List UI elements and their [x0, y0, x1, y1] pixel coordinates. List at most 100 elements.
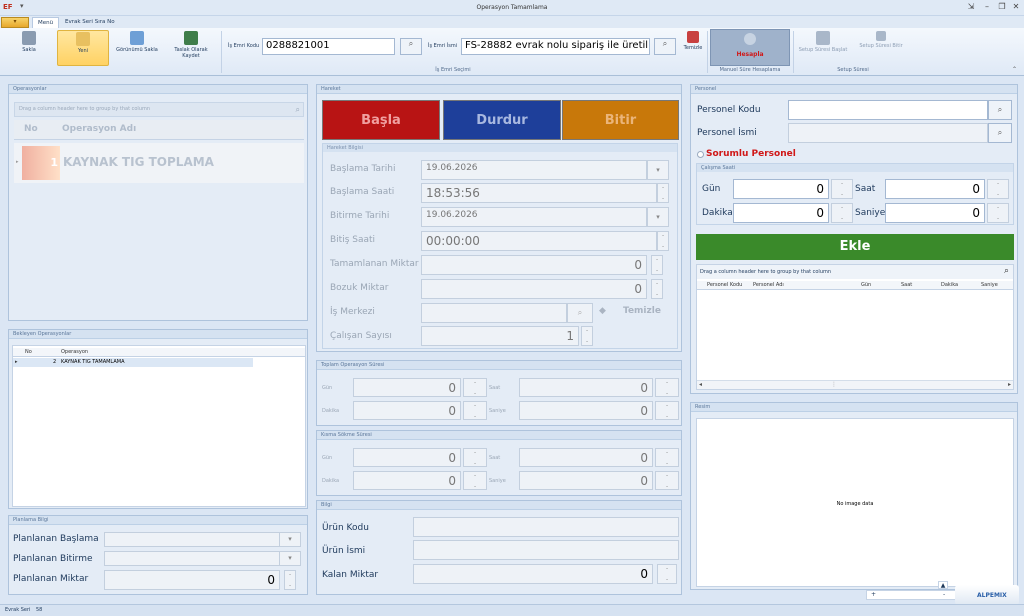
is-emri-ismi-search-icon[interactable]: ⌕ [654, 38, 676, 55]
maximize-icon[interactable]: ❐ [995, 2, 1009, 14]
baslama-tarihi-field[interactable]: 19.06.2026 [421, 160, 647, 180]
kisma-gun-field[interactable]: 0 [353, 448, 461, 467]
clear-button[interactable]: Temizle [680, 30, 706, 66]
toplam-dakika-field[interactable]: 0 [353, 401, 461, 420]
personel-dakika-field[interactable]: 0 [733, 203, 829, 223]
spin-icon[interactable]: ⌃ ⌄ [657, 564, 677, 584]
spin-icon[interactable]: ⌃ ⌄ [651, 279, 663, 299]
col-personel-adi[interactable]: Personel Adı [753, 282, 784, 288]
tamamlanan-miktar-field[interactable]: 0 [421, 255, 647, 275]
zoom-in-icon[interactable]: + [871, 591, 876, 598]
is-emri-kodu-search-icon[interactable]: ⌕ [400, 38, 422, 55]
col-no[interactable]: No [25, 349, 32, 355]
grid-search-icon[interactable]: ⌕ [1004, 266, 1009, 276]
bozuk-miktar-field[interactable]: 0 [421, 279, 647, 299]
personel-kodu-input[interactable] [788, 100, 988, 120]
toplam-gun-field[interactable]: 0 [353, 378, 461, 397]
personel-kodu-search-icon[interactable]: ⌕ [988, 100, 1012, 120]
col-operasyon-adi[interactable]: Operasyon Adı [62, 124, 136, 134]
tab-evrak-seri[interactable]: Evrak Seri Sıra No [60, 17, 120, 28]
col-operasyon[interactable]: Operasyon [61, 349, 88, 355]
is-emri-ismi-input[interactable]: FS-28882 evrak nolu sipariş ile üretil..… [461, 38, 650, 55]
table-row[interactable]: ▸ 1 KAYNAK TIG TOPLAMA [14, 143, 304, 183]
spin-icon[interactable]: ⌃ ⌄ [657, 231, 669, 251]
sorumlu-radio[interactable] [697, 151, 704, 158]
group-panel[interactable]: Drag a column header here to group by th… [14, 102, 304, 117]
is-merkezi-clear-button[interactable]: Temizle [623, 306, 661, 316]
is-merkezi-field[interactable] [421, 303, 567, 323]
kisma-saniye-field[interactable]: 0 [519, 471, 653, 490]
personel-saniye-field[interactable]: 0 [885, 203, 985, 223]
scroll-thumb[interactable]: ⋮ [831, 381, 837, 388]
spin-icon[interactable]: ⌃ ⌄ [657, 183, 669, 203]
toplam-saat-field[interactable]: 0 [519, 378, 653, 397]
personel-ismi-field[interactable] [788, 123, 988, 143]
sorumlu-personel-label[interactable]: Sorumlu Personel [706, 149, 796, 159]
planlanan-baslama-field[interactable] [104, 532, 280, 547]
zoom-control[interactable]: + - [866, 590, 956, 600]
bitis-saati-field[interactable]: 00:00:00 [421, 231, 657, 251]
spin-icon[interactable]: ⌃ ⌄ [463, 378, 487, 397]
personel-ismi-search-icon[interactable]: ⌕ [988, 123, 1012, 143]
planlanan-bitirme-field[interactable] [104, 551, 280, 566]
zoom-out-icon[interactable]: - [943, 591, 945, 598]
collapse-ribbon-icon[interactable]: ⌃ [1012, 66, 1017, 73]
scroll-up-icon[interactable]: ▲ [938, 581, 948, 589]
finish-button[interactable]: Bitir [562, 100, 679, 140]
chevron-down-icon[interactable]: ▾ [279, 551, 301, 566]
is-merkezi-search-icon[interactable]: ⌕ [567, 303, 593, 323]
spin-icon[interactable]: ⌃ ⌄ [655, 378, 679, 397]
horizontal-scrollbar[interactable]: ◂ ⋮ ▸ [697, 380, 1013, 389]
chevron-down-icon[interactable]: ▾ [279, 532, 301, 547]
new-button[interactable]: Yeni [57, 30, 109, 66]
urun-ismi-field[interactable] [413, 540, 679, 560]
col-gun[interactable]: Gün [861, 282, 871, 288]
personel-gun-field[interactable]: 0 [733, 179, 829, 199]
planlanan-miktar-field[interactable]: 0 [104, 570, 280, 590]
minimize-icon[interactable]: – [980, 2, 994, 14]
save-draft-button[interactable]: Taslak Olarak Kaydet [167, 30, 215, 66]
kalan-miktar-field[interactable]: 0 [413, 564, 653, 584]
col-saat[interactable]: Saat [901, 282, 912, 288]
save-button[interactable]: Sakla [10, 30, 48, 66]
col-no[interactable]: No [24, 124, 38, 134]
col-personel-kodu[interactable]: Personel Kodu [707, 282, 742, 288]
toplam-saniye-field[interactable]: 0 [519, 401, 653, 420]
table-row[interactable]: ▸ 2 KAYNAK TIG TAMAMLAMA [13, 358, 253, 367]
pause-button[interactable]: Durdur [443, 100, 561, 140]
calisan-sayisi-field[interactable]: 1 [421, 326, 579, 346]
file-tab[interactable]: ▾ [1, 17, 29, 28]
spin-icon[interactable]: ⌃ ⌄ [463, 448, 487, 467]
quick-access-dropdown[interactable]: ▾ [20, 2, 24, 10]
kisma-dakika-field[interactable]: 0 [353, 471, 461, 490]
tab-menu[interactable]: Menü [32, 17, 60, 28]
col-saniye[interactable]: Saniye [981, 282, 998, 288]
spin-icon[interactable]: ⌃ ⌄ [655, 401, 679, 420]
spin-icon[interactable]: ⌃ ⌄ [655, 448, 679, 467]
setup-stop-button[interactable]: Setup Süresi Bitir [853, 30, 909, 66]
save-view-button[interactable]: Görünümü Sakla [113, 30, 161, 66]
spin-icon[interactable]: ⌃ ⌄ [463, 471, 487, 490]
baslama-saati-field[interactable]: 18:53:56 [421, 183, 657, 203]
restore-icon[interactable]: ⇲ [964, 2, 978, 14]
col-dakika[interactable]: Dakika [941, 282, 958, 288]
spin-icon[interactable]: ⌃ ⌄ [655, 471, 679, 490]
group-panel[interactable]: Drag a column header here to group by th… [697, 265, 1013, 279]
spin-icon[interactable]: ⌃ ⌄ [987, 203, 1009, 223]
setup-start-button[interactable]: Setup Süresi Başlat [797, 30, 849, 66]
scroll-left-icon[interactable]: ◂ [699, 381, 702, 388]
spin-icon[interactable]: ⌃ ⌄ [831, 179, 853, 199]
spin-icon[interactable]: ⌃ ⌄ [987, 179, 1009, 199]
start-button[interactable]: Başla [322, 100, 440, 140]
spin-icon[interactable]: ⌃ ⌄ [831, 203, 853, 223]
scroll-right-icon[interactable]: ▸ [1008, 381, 1011, 388]
personel-saat-field[interactable]: 0 [885, 179, 985, 199]
close-icon[interactable]: ✕ [1009, 2, 1023, 14]
kisma-saat-field[interactable]: 0 [519, 448, 653, 467]
is-emri-kodu-input[interactable]: 0288821001 [262, 38, 395, 55]
calculate-button[interactable]: Hesapla [710, 29, 790, 66]
add-personel-button[interactable]: Ekle [696, 234, 1014, 260]
spin-icon[interactable]: ⌃ ⌄ [581, 326, 593, 346]
chevron-down-icon[interactable]: ▾ [647, 207, 669, 227]
grid-search-icon[interactable]: ⌕ [296, 105, 300, 115]
